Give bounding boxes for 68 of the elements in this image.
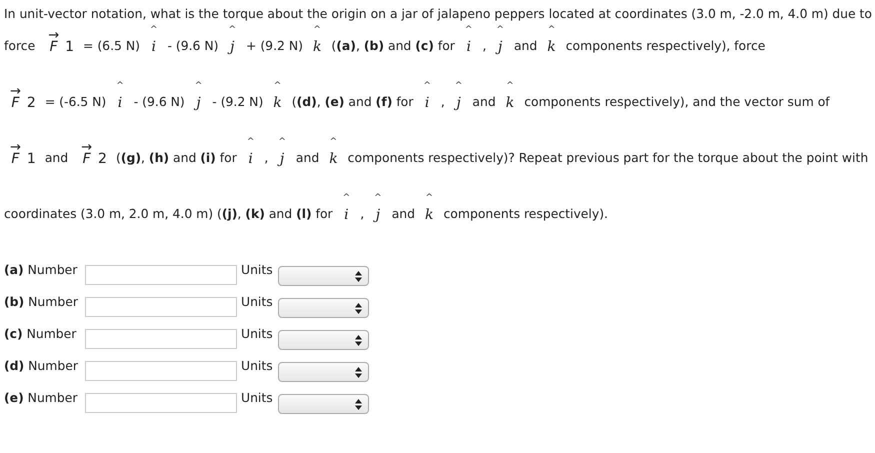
question-text: and: [392, 206, 415, 222]
unit-vector-symbol: ^ j: [496, 26, 504, 54]
number-input-field[interactable]: [85, 393, 237, 413]
units-label: Units: [241, 326, 274, 342]
up-down-arrows-icon: [355, 334, 362, 346]
unit-vector-symbol: ^ i: [150, 26, 158, 54]
question-text: and: [514, 38, 538, 54]
question-text: and: [296, 150, 320, 166]
unit-vector-symbol: ^ k: [329, 138, 338, 166]
up-down-arrows-icon: [355, 270, 362, 282]
units-dropdown[interactable]: [278, 266, 369, 286]
units-label: Units: [241, 390, 274, 406]
unit-vector-symbol: ^ j: [454, 82, 462, 110]
unit-vector-symbol: ^ k: [547, 26, 556, 54]
question-text: components respectively), force: [566, 38, 766, 54]
units-label: Units: [241, 294, 274, 310]
units-label: Units: [241, 358, 274, 374]
question-text: ,: [360, 206, 364, 222]
question-text: ((d), (e) and (f) for: [292, 94, 414, 110]
units-dropdown[interactable]: [278, 298, 369, 318]
answer-label: (b) Number: [4, 294, 79, 310]
question-text: and: [44, 150, 68, 166]
unit-vector-symbol: ^ j: [228, 26, 236, 54]
units-label: Units: [241, 262, 274, 278]
unit-vector-symbol: ^ i: [246, 138, 254, 166]
unit-vector-symbol: ^ i: [342, 194, 350, 222]
question-text: ,: [264, 150, 268, 166]
unit-vector-symbol: ^ j: [278, 138, 286, 166]
number-input-field[interactable]: [85, 265, 237, 285]
unit-vector-symbol: ^ i: [423, 82, 431, 110]
question-text: + (9.2 N): [246, 38, 303, 54]
up-down-arrows-icon: [355, 398, 362, 410]
unit-vector-symbol: ^ j: [374, 194, 382, 222]
unit-vector-symbol: ^ i: [464, 26, 472, 54]
unit-vector-symbol: ^ k: [425, 194, 434, 222]
question-text: - (9.2 N): [212, 94, 264, 110]
question-text: - (9.6 N): [134, 94, 185, 110]
unit-vector-symbol: ^ i: [116, 82, 124, 110]
units-dropdown[interactable]: [278, 394, 369, 414]
question-text: coordinates (3.0 m, 2.0 m, 4.0 m) ((j), (k) and (l) for: [4, 206, 333, 222]
question-text: = (-6.5 N): [44, 94, 106, 110]
question-text: components respectively), and the vector sum of: [524, 94, 830, 110]
answer-label: (e) Number: [4, 390, 78, 406]
question-text: components respectively)? Repeat previous part for the torque about the point with: [348, 150, 868, 166]
question-text: - (9.6 N): [167, 38, 218, 54]
question-text: = (6.5 N): [83, 38, 140, 54]
up-down-arrows-icon: [355, 366, 362, 378]
unit-vector-symbol: ^ k: [273, 82, 282, 110]
question-text: In unit-vector notation, what is the torque about the origin on a jar of jalapeno peppers located at coordinates (3.0 m, -2.0 m, 4.0 m) due to: [4, 6, 872, 22]
question-text: force: [4, 38, 36, 54]
question-text: and: [472, 94, 496, 110]
unit-vector-symbol: ^ k: [312, 26, 322, 54]
up-down-arrows-icon: [355, 302, 362, 314]
number-input-field[interactable]: [85, 329, 237, 349]
unit-vector-symbol: ^ j: [194, 82, 202, 110]
number-input-field[interactable]: [85, 361, 237, 381]
answer-label: (a) Number: [4, 262, 78, 278]
question-text: components respectively).: [443, 206, 608, 222]
question-text: ,: [482, 38, 486, 54]
unit-vector-symbol: ^ k: [506, 82, 514, 110]
question-text: ,: [440, 94, 445, 110]
units-dropdown[interactable]: [278, 330, 369, 350]
question-text: ((a), (b) and (c) for: [331, 38, 455, 54]
question-text: ((g), (h) and (i) for: [116, 150, 237, 166]
answer-label: (c) Number: [4, 326, 78, 342]
units-dropdown[interactable]: [278, 362, 369, 382]
answer-label: (d) Number: [4, 358, 79, 374]
number-input-field[interactable]: [85, 297, 237, 317]
